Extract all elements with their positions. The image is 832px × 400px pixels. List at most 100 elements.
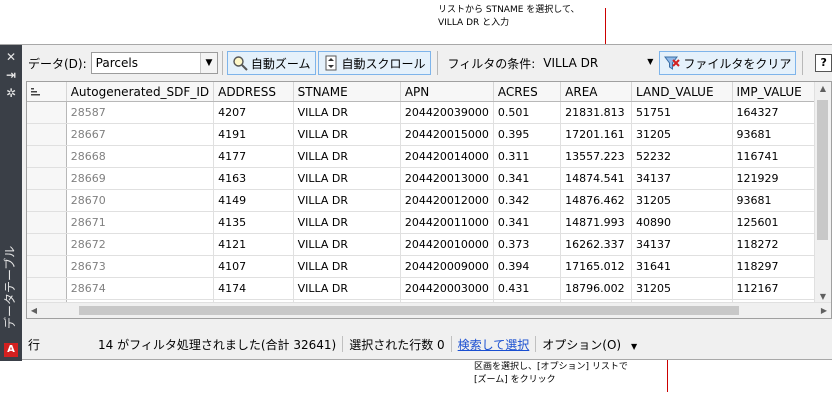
table-cell[interactable]: 204420014000	[400, 145, 494, 168]
table-row[interactable]: 28673 4107 VILLA DR 204420009000 0.394 17165.…	[27, 255, 831, 278]
table-cell[interactable]: 28673	[66, 255, 215, 278]
row-header-cell[interactable]	[27, 101, 67, 124]
table-row[interactable]: 28672 4121 VILLA DR 204420010000 0.373 16262.…	[27, 233, 831, 256]
table-cell[interactable]: 28671	[66, 211, 215, 234]
row-header-cell[interactable]	[27, 189, 67, 212]
table-cell[interactable]: 28668	[66, 145, 215, 168]
horizontal-scroll-thumb[interactable]	[79, 306, 739, 315]
vertical-scrollbar[interactable]: ▲ ▼	[814, 82, 831, 304]
table-cell[interactable]: 4174	[213, 277, 294, 300]
table-cell[interactable]: 52232	[631, 145, 733, 168]
table-cell[interactable]: 4121	[213, 233, 294, 256]
table-cell[interactable]: 0.431	[493, 277, 562, 300]
table-cell[interactable]: 4207	[213, 101, 294, 124]
table-cell[interactable]: 0.394	[493, 255, 562, 278]
row-header-cell[interactable]	[27, 255, 67, 278]
column-header[interactable]: LAND_VALUE	[631, 82, 733, 102]
auto-zoom-button[interactable]: 自動ズーム	[226, 51, 316, 75]
table-row[interactable]: 28669 4163 VILLA DR 204420013000 0.341 14874.…	[27, 167, 831, 190]
column-header[interactable]: Autogenerated_SDF_ID	[66, 82, 215, 102]
table-cell[interactable]: 164327	[732, 101, 823, 124]
table-cell[interactable]: 204420009000	[400, 255, 494, 278]
table-cell[interactable]: 204420010000	[400, 233, 494, 256]
table-cell[interactable]: 4163	[213, 167, 294, 190]
table-row[interactable]: 28670 4149 VILLA DR 204420012000 0.342 14876.…	[27, 189, 831, 212]
chevron-down-icon[interactable]: ▼	[647, 57, 653, 66]
table-cell[interactable]: 28667	[66, 123, 215, 146]
clear-filter-button[interactable]: ファイルタをクリア	[659, 51, 797, 75]
row-header-cell[interactable]	[27, 145, 67, 168]
table-cell[interactable]: 93681	[732, 123, 823, 146]
table-cell[interactable]: 14871.993	[560, 211, 633, 234]
scroll-right-icon[interactable]: ▶	[817, 303, 831, 318]
scroll-left-icon[interactable]: ◀	[27, 303, 41, 318]
horizontal-scrollbar[interactable]: ◀ ▶	[27, 302, 831, 318]
table-cell[interactable]: 204420011000	[400, 211, 494, 234]
table-cell[interactable]: 31205	[631, 277, 733, 300]
table-row[interactable]: 28674 4174 VILLA DR 204420003000 0.431 18796.…	[27, 277, 831, 300]
table-cell[interactable]: 34137	[631, 233, 733, 256]
column-header[interactable]: APN	[400, 82, 494, 102]
row-header-cell[interactable]	[27, 277, 67, 300]
row-header-cell[interactable]	[27, 233, 67, 256]
table-cell[interactable]: 204420012000	[400, 189, 494, 212]
table-cell[interactable]: 204420039000	[400, 101, 494, 124]
table-cell[interactable]: 17201.161	[560, 123, 633, 146]
help-button[interactable]: ?	[815, 54, 832, 72]
table-cell[interactable]: 93681	[732, 189, 823, 212]
table-cell[interactable]: 18796.002	[560, 277, 633, 300]
table-cell[interactable]: 0.311	[493, 145, 562, 168]
table-row[interactable]: 28667 4191 VILLA DR 204420015000 0.395 17201.…	[27, 123, 831, 146]
table-cell[interactable]: 28669	[66, 167, 215, 190]
table-cell[interactable]: 0.395	[493, 123, 562, 146]
table-cell[interactable]: 28674	[66, 277, 215, 300]
table-cell[interactable]: 31205	[631, 189, 733, 212]
auto-scroll-button[interactable]: 自動スクロール	[317, 51, 431, 75]
table-cell[interactable]: 0.341	[493, 167, 562, 190]
options-menu[interactable]: オプション(O) ▼	[542, 336, 637, 353]
table-cell[interactable]: 118272	[732, 233, 823, 256]
column-header[interactable]: IMP_VALUE	[732, 82, 823, 102]
table-cell[interactable]: VILLA DR	[293, 211, 401, 234]
table-row[interactable]: 28671 4135 VILLA DR 204420011000 0.341 14871.…	[27, 211, 831, 234]
column-header[interactable]: STNAME	[293, 82, 401, 102]
close-icon[interactable]: ✕	[0, 49, 22, 65]
table-cell[interactable]: 0.373	[493, 233, 562, 256]
table-cell[interactable]: 204420015000	[400, 123, 494, 146]
table-cell[interactable]: 4149	[213, 189, 294, 212]
table-cell[interactable]: 116741	[732, 145, 823, 168]
table-cell[interactable]: VILLA DR	[293, 123, 401, 146]
column-header[interactable]: ACRES	[493, 82, 562, 102]
scroll-up-icon[interactable]: ▲	[815, 82, 831, 96]
row-header-cell[interactable]	[27, 123, 67, 146]
table-row[interactable]: 28587 4207 VILLA DR 204420039000 0.501 21831.…	[27, 101, 831, 124]
table-cell[interactable]: 16262.337	[560, 233, 633, 256]
table-row[interactable]: 28668 4177 VILLA DR 204420014000 0.311 13557.…	[27, 145, 831, 168]
table-cell[interactable]: VILLA DR	[293, 277, 401, 300]
table-cell[interactable]: 0.501	[493, 101, 562, 124]
table-cell[interactable]: 0.342	[493, 189, 562, 212]
table-cell[interactable]: 28670	[66, 189, 215, 212]
table-cell[interactable]: 4191	[213, 123, 294, 146]
table-cell[interactable]: 112167	[732, 277, 823, 300]
table-cell[interactable]: VILLA DR	[293, 233, 401, 256]
table-cell[interactable]: 28587	[66, 101, 215, 124]
table-cell[interactable]: 121929	[732, 167, 823, 190]
row-header-cell[interactable]	[27, 211, 67, 234]
table-cell[interactable]: 14876.462	[560, 189, 633, 212]
row-header-corner[interactable]	[27, 82, 67, 102]
table-cell[interactable]: 204420013000	[400, 167, 494, 190]
table-cell[interactable]: 4107	[213, 255, 294, 278]
data-grid[interactable]: Autogenerated_SDF_ID ADDRESS STNAME APN ACRE…	[26, 81, 832, 319]
table-cell[interactable]: 34137	[631, 167, 733, 190]
vertical-scroll-thumb[interactable]	[817, 100, 828, 240]
table-cell[interactable]: 0.341	[493, 211, 562, 234]
table-cell[interactable]: VILLA DR	[293, 255, 401, 278]
table-cell[interactable]: VILLA DR	[293, 167, 401, 190]
table-cell[interactable]: 14874.541	[560, 167, 633, 190]
table-cell[interactable]: 17165.012	[560, 255, 633, 278]
sort-icon[interactable]	[31, 85, 41, 99]
table-cell[interactable]: VILLA DR	[293, 101, 401, 124]
properties-icon[interactable]: ✲	[0, 85, 22, 101]
table-cell[interactable]: VILLA DR	[293, 189, 401, 212]
